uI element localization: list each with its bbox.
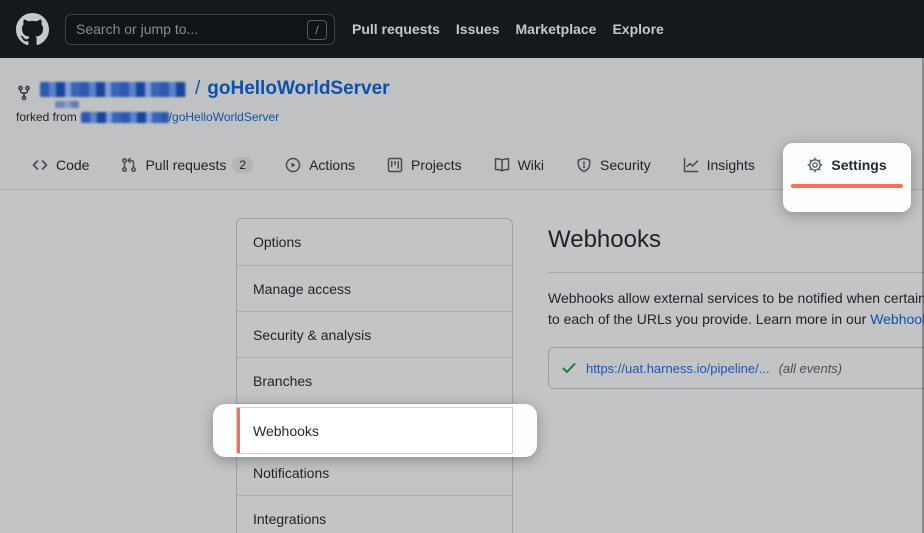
tab-label: Insights: [707, 157, 755, 173]
repo-fork-icon: [16, 85, 32, 101]
sidebar-item-options[interactable]: Options: [237, 219, 512, 265]
webhooks-description: Webhooks allow external services to be n…: [548, 288, 924, 330]
forked-from-line: forked from /goHelloWorldServer: [16, 110, 279, 124]
tab-label: Wiki: [518, 157, 544, 173]
tab-projects[interactable]: Projects: [387, 157, 462, 173]
check-icon: [561, 360, 577, 376]
tab-actions[interactable]: Actions: [285, 157, 355, 173]
webhook-entry: https://uat.harness.io/pipeline/... (all…: [548, 347, 924, 389]
repository-header: / goHelloWorldServer forked from /goHell…: [0, 58, 924, 140]
search-box: /: [65, 14, 335, 45]
nav-link-pull-requests[interactable]: Pull requests: [352, 21, 440, 37]
actions-icon: [285, 157, 301, 173]
search-input[interactable]: [66, 21, 291, 37]
insights-icon: [683, 157, 699, 173]
webhooks-item-spotlight: Webhooks: [213, 404, 537, 457]
nav-link-explore[interactable]: Explore: [612, 21, 663, 37]
sidebar-item-webhooks[interactable]: Webhooks: [236, 407, 513, 454]
top-navigation-bar: / Pull requests Issues Marketplace Explo…: [0, 0, 924, 58]
search-slash-icon: /: [307, 20, 327, 40]
webhook-url-link[interactable]: https://uat.harness.io/pipeline/...: [586, 361, 770, 376]
sidebar-item-label: Webhooks: [253, 423, 319, 439]
active-item-bar: [237, 408, 240, 453]
wiki-icon: [494, 157, 510, 173]
upstream-repo-link[interactable]: /goHelloWorldServer: [169, 110, 280, 124]
tab-label: Security: [600, 157, 651, 173]
sidebar-item-manage-access[interactable]: Manage access: [237, 265, 512, 311]
breadcrumb-separator: /: [195, 78, 200, 100]
breadcrumb: / goHelloWorldServer: [40, 78, 390, 100]
tab-insights[interactable]: Insights: [683, 157, 755, 173]
redacted-owner-name[interactable]: [40, 82, 186, 97]
tab-label: Actions: [309, 157, 355, 173]
tab-label: Code: [56, 157, 89, 173]
github-logo-icon[interactable]: [16, 13, 49, 46]
nav-link-issues[interactable]: Issues: [456, 21, 500, 37]
sidebar-item-integrations[interactable]: Integrations: [237, 495, 512, 533]
title-divider: [548, 272, 924, 273]
pull-request-icon: [121, 157, 137, 173]
tab-label: Settings: [831, 157, 886, 173]
security-icon: [576, 157, 592, 173]
gear-icon: [807, 157, 823, 173]
webhooks-description-line2: to each of the URLs you provide. Learn m…: [548, 309, 924, 330]
redacted-upstream-owner: [81, 112, 169, 123]
sidebar-item-branches[interactable]: Branches: [237, 357, 512, 403]
redacted-fragment: [55, 101, 79, 108]
settings-sidebar: Options Manage access Security & analysi…: [236, 218, 513, 533]
tab-label: Projects: [411, 157, 462, 173]
repo-name-link[interactable]: goHelloWorldServer: [207, 78, 389, 100]
settings-tab-spotlight: Settings: [783, 143, 911, 212]
tab-wiki[interactable]: Wiki: [494, 157, 544, 173]
tab-code[interactable]: Code: [32, 157, 89, 173]
forked-from-label: forked from: [16, 110, 77, 124]
top-nav-links: Pull requests Issues Marketplace Explore: [352, 21, 664, 37]
webhooks-guide-link[interactable]: Webhooks Guide.: [870, 311, 924, 327]
projects-icon: [387, 157, 403, 173]
nav-link-marketplace[interactable]: Marketplace: [516, 21, 597, 37]
webhook-events-label: (all events): [779, 361, 843, 376]
webhooks-description-line1: Webhooks allow external services to be n…: [548, 288, 924, 309]
tab-pull-requests[interactable]: Pull requests 2: [121, 157, 253, 173]
tab-label: Pull requests: [145, 157, 226, 173]
active-tab-underline: [791, 184, 903, 188]
sidebar-item-security-analysis[interactable]: Security & analysis: [237, 311, 512, 357]
page-title: Webhooks: [548, 226, 661, 254]
code-icon: [32, 157, 48, 173]
tab-security[interactable]: Security: [576, 157, 651, 173]
tab-settings[interactable]: Settings: [783, 157, 911, 173]
pull-requests-count-badge: 2: [232, 157, 253, 173]
